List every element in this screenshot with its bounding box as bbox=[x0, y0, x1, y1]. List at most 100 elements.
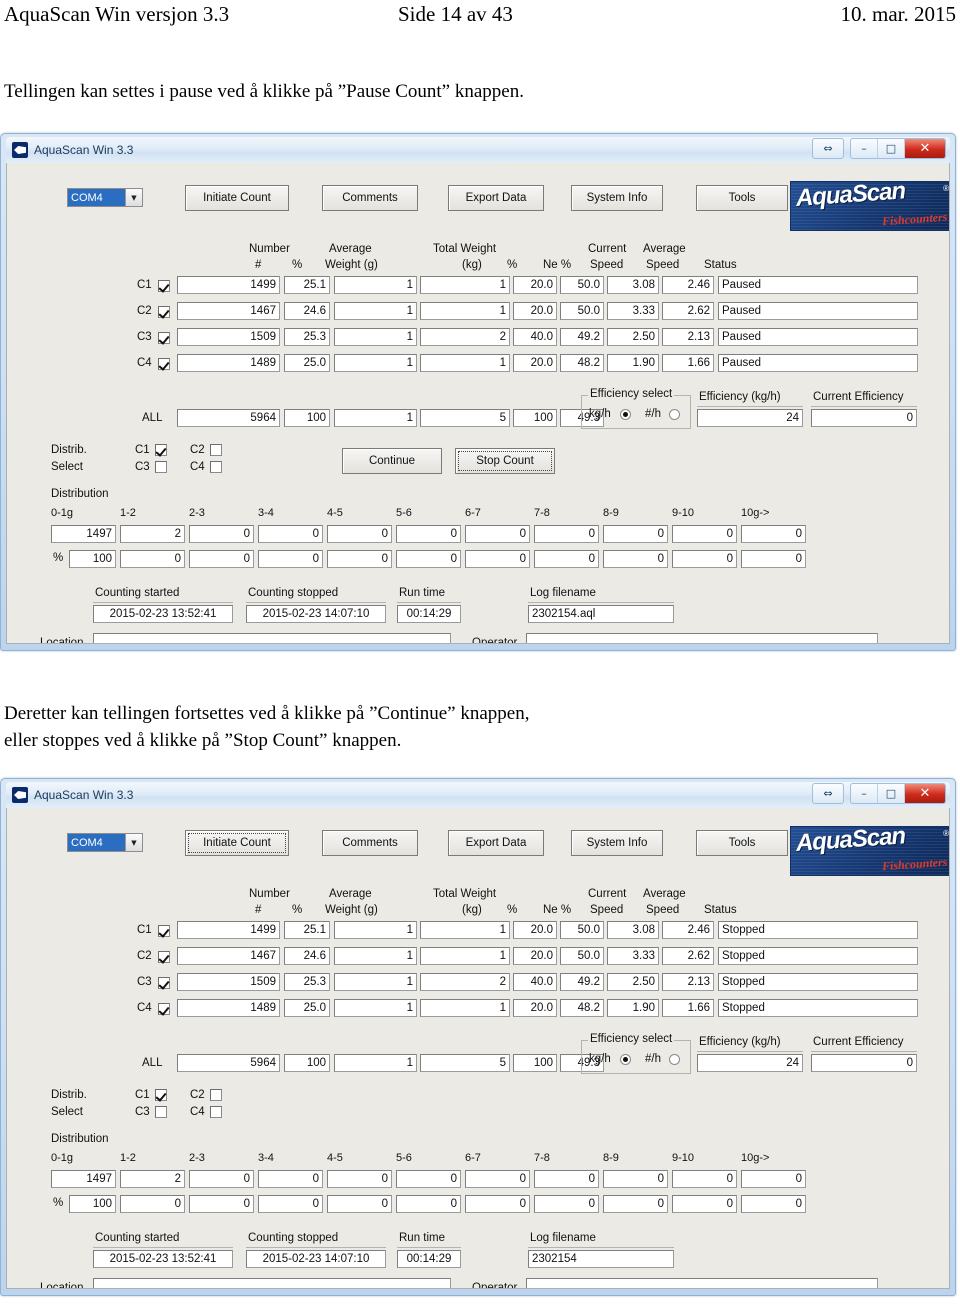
distribution-count-1: 2 bbox=[120, 1170, 185, 1188]
distribution-count-2: 0 bbox=[189, 525, 254, 543]
paragraph-continue-line1: Deretter kan tellingen fortsettes ved å … bbox=[4, 703, 530, 724]
distribution-percent-6: 0 bbox=[465, 550, 530, 568]
distribution-bin-label-3: 3-4 bbox=[258, 1152, 274, 1164]
distribution-percent-2: 0 bbox=[189, 1195, 254, 1213]
channel-enable-checkbox-c3[interactable] bbox=[158, 977, 170, 989]
close-button[interactable]: ✕ bbox=[905, 784, 945, 803]
channel-enable-checkbox-c4[interactable] bbox=[158, 358, 170, 370]
close-button[interactable]: ✕ bbox=[905, 139, 945, 158]
distrib-c2-checkbox[interactable] bbox=[210, 1089, 222, 1101]
channel-label-c1: C1 bbox=[137, 924, 152, 936]
distribution-percent-9: 0 bbox=[672, 550, 737, 568]
cell-c4-avg-speed: 1.66 bbox=[662, 999, 714, 1017]
cell-c1-avg-speed: 2.46 bbox=[662, 276, 714, 294]
distrib-c2-checkbox[interactable] bbox=[210, 444, 222, 456]
aquascan-logo: AquaScan ® Fishcounters bbox=[790, 826, 949, 876]
efficiency-value-field[interactable]: 24 bbox=[697, 1054, 803, 1072]
cell-c3-avg-weight: 1 bbox=[334, 328, 417, 346]
com-port-select[interactable]: COM4 ▼ bbox=[67, 188, 143, 207]
distribution-bin-label-4: 4-5 bbox=[327, 1152, 343, 1164]
efficiency-nh-radio[interactable] bbox=[669, 1054, 680, 1065]
distrib-c1-checkbox[interactable] bbox=[155, 444, 167, 456]
counting-started-rule bbox=[93, 1247, 233, 1248]
counting-stopped-rule bbox=[246, 602, 386, 603]
location-label: Location bbox=[40, 1282, 84, 1289]
counting-stopped-value: 2015-02-23 14:07:10 bbox=[246, 605, 386, 623]
minimize-button[interactable]: – bbox=[851, 139, 878, 158]
maximize-button[interactable]: □ bbox=[878, 139, 905, 158]
run-time-value: 00:14:29 bbox=[397, 1250, 461, 1268]
cell-c4-tw-pct: 20.0 bbox=[513, 354, 557, 372]
window2-title: AquaScan Win 3.3 bbox=[34, 788, 134, 802]
cell-c1-status: Stopped bbox=[718, 921, 918, 939]
current-efficiency-value-field[interactable]: 0 bbox=[811, 1054, 917, 1072]
cell-c1-ne-pct: 50.0 bbox=[560, 921, 604, 939]
resize-icon[interactable]: ⇔ bbox=[812, 783, 844, 804]
location-field[interactable] bbox=[93, 633, 451, 643]
comments-button[interactable]: Comments bbox=[322, 185, 418, 211]
header-page-number: Side 14 av 43 bbox=[398, 2, 513, 26]
distribution-count-3: 0 bbox=[258, 525, 323, 543]
header-current-speed: Speed bbox=[590, 259, 624, 271]
cell-all-tw-pct: 100 bbox=[513, 1054, 557, 1072]
system-info-button[interactable]: System Info bbox=[571, 185, 663, 211]
counting-started-rule bbox=[93, 602, 233, 603]
export-data-button[interactable]: Export Data bbox=[448, 185, 544, 211]
channel-enable-checkbox-c1[interactable] bbox=[158, 925, 170, 937]
continue-button[interactable]: Continue bbox=[342, 448, 442, 474]
chevron-down-icon[interactable]: ▼ bbox=[125, 834, 142, 851]
distrib-c1-checkbox[interactable] bbox=[155, 1089, 167, 1101]
channel-label-c4: C4 bbox=[137, 1002, 152, 1014]
channel-enable-checkbox-c1[interactable] bbox=[158, 280, 170, 292]
log-filename-field[interactable]: 2302154.aql bbox=[528, 605, 674, 623]
distribution-count-2: 0 bbox=[189, 1170, 254, 1188]
counting-started-value: 2015-02-23 13:52:41 bbox=[93, 605, 233, 623]
current-efficiency-value-field[interactable]: 0 bbox=[811, 409, 917, 427]
resize-icon[interactable]: ⇔ bbox=[812, 138, 844, 159]
comments-button[interactable]: Comments bbox=[322, 830, 418, 856]
maximize-button[interactable]: □ bbox=[878, 784, 905, 803]
operator-field[interactable] bbox=[526, 633, 878, 643]
export-data-button[interactable]: Export Data bbox=[448, 830, 544, 856]
distribution-count-3: 0 bbox=[258, 1170, 323, 1188]
initiate-count-button[interactable]: Initiate Count bbox=[185, 830, 289, 856]
all-row-label: ALL bbox=[142, 412, 163, 424]
channel-enable-checkbox-c2[interactable] bbox=[158, 306, 170, 318]
initiate-count-button[interactable]: Initiate Count bbox=[185, 185, 289, 211]
cell-c4-avg-weight: 1 bbox=[334, 354, 417, 372]
com-port-select[interactable]: COM4 ▼ bbox=[67, 833, 143, 852]
window1-title: AquaScan Win 3.3 bbox=[34, 143, 134, 157]
efficiency-nh-radio[interactable] bbox=[669, 409, 680, 420]
chevron-down-icon[interactable]: ▼ bbox=[125, 189, 142, 206]
distrib-c4-checkbox[interactable] bbox=[210, 461, 222, 473]
channel-enable-checkbox-c4[interactable] bbox=[158, 1003, 170, 1015]
system-info-button[interactable]: System Info bbox=[571, 830, 663, 856]
stop-count-button[interactable]: Stop Count bbox=[455, 448, 555, 474]
operator-field[interactable] bbox=[526, 1278, 878, 1288]
cell-c3-cur-speed: 2.50 bbox=[607, 973, 659, 991]
tools-button[interactable]: Tools bbox=[696, 830, 788, 856]
counting-stopped-value: 2015-02-23 14:07:10 bbox=[246, 1250, 386, 1268]
tools-button[interactable]: Tools bbox=[696, 185, 788, 211]
distrib-c4-checkbox[interactable] bbox=[210, 1106, 222, 1118]
location-field[interactable] bbox=[93, 1278, 451, 1288]
run-time-rule bbox=[397, 602, 461, 603]
efficiency-select-title: Efficiency select bbox=[588, 1033, 675, 1045]
distrib-c3-checkbox[interactable] bbox=[155, 461, 167, 473]
minimize-button[interactable]: – bbox=[851, 784, 878, 803]
log-filename-field[interactable]: 2302154 bbox=[528, 1250, 674, 1268]
window1-titlebar[interactable]: AquaScan Win 3.3 ⇔ – □ ✕ bbox=[6, 137, 950, 163]
window2-titlebar[interactable]: AquaScan Win 3.3 ⇔ – □ ✕ bbox=[6, 782, 950, 808]
counting-stopped-label: Counting stopped bbox=[248, 587, 339, 599]
app-fish-icon bbox=[12, 787, 28, 803]
channel-enable-checkbox-c3[interactable] bbox=[158, 332, 170, 344]
efficiency-kgh-radio[interactable] bbox=[620, 1054, 631, 1065]
efficiency-value-field[interactable]: 24 bbox=[697, 409, 803, 427]
channel-enable-checkbox-c2[interactable] bbox=[158, 951, 170, 963]
distribution-bin-label-10: 10g-> bbox=[741, 507, 770, 519]
cell-c2-avg-speed: 2.62 bbox=[662, 302, 714, 320]
efficiency-kgh-label: kg/h bbox=[589, 408, 611, 420]
distrib-c3-checkbox[interactable] bbox=[155, 1106, 167, 1118]
efficiency-kgh-radio[interactable] bbox=[620, 409, 631, 420]
header-number: Number bbox=[249, 243, 290, 255]
